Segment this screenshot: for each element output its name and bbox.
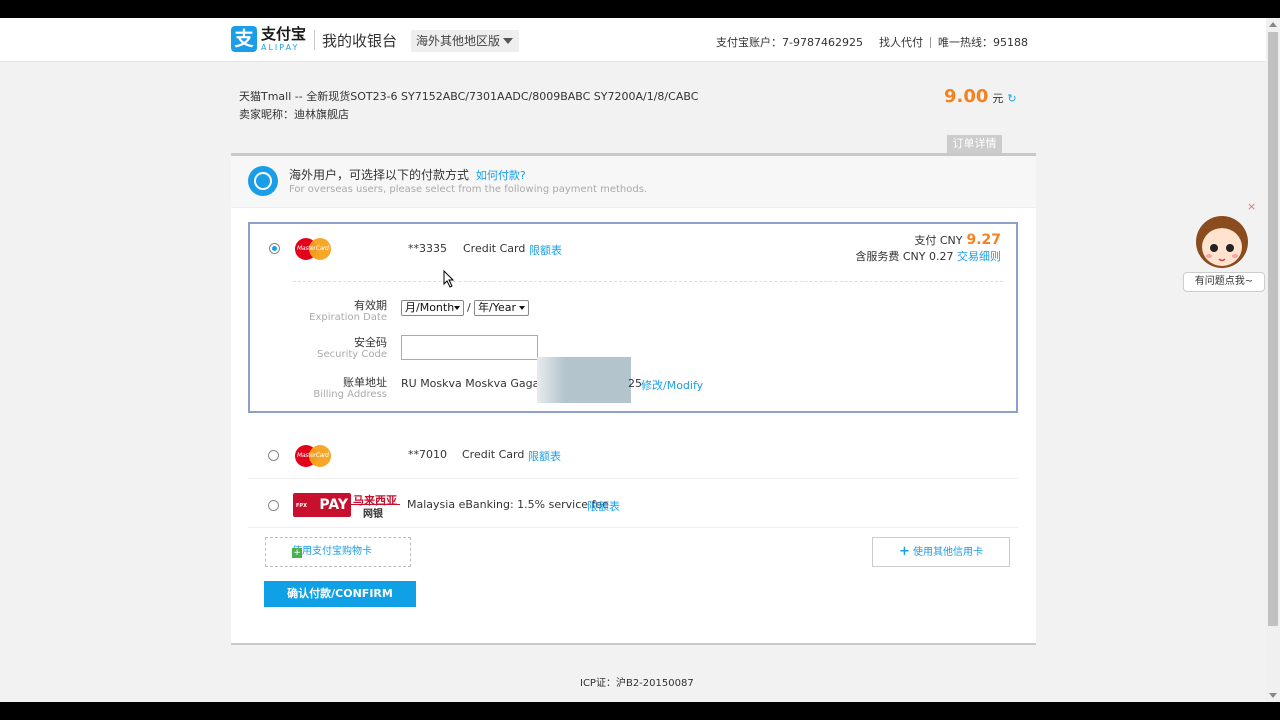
header-links: 支付宝账户：7-9787462925 找人代付 唯一热线：95188 <box>716 34 1028 50</box>
amount-value: 9.00 <box>944 86 989 107</box>
scrollbar-thumb[interactable] <box>1268 32 1278 626</box>
expiry-month-select[interactable]: 月/Month <box>401 300 464 316</box>
mouse-cursor-icon <box>443 270 455 288</box>
ebanking-description: Malaysia eBanking: 1.5% service fee <box>407 498 609 511</box>
fpx-pay-icon: FPX PAY 马来西亚 网银 <box>293 493 400 520</box>
header-divider <box>314 30 315 50</box>
selected-card-box: MasterCard **3335 Credit Card 限额表 支付 CNY… <box>248 222 1018 413</box>
browser-viewport: 支 支付宝 ALIPAY 我的收银台 海外其他地区版 支付宝账户：7-97874… <box>0 18 1280 702</box>
refresh-icon[interactable]: ↻ <box>1007 92 1016 105</box>
payment-panel: 海外用户，可选择以下的付款方式 如何付款? For overseas users… <box>231 153 1036 645</box>
help-bubble[interactable]: 有问题点我~ <box>1183 272 1265 292</box>
top-header: 支 支付宝 ALIPAY 我的收银台 海外其他地区版 支付宝账户：7-97874… <box>0 18 1266 62</box>
notice-cn: 海外用户，可选择以下的付款方式 如何付款? <box>289 166 526 183</box>
region-dropdown[interactable]: 海外其他地区版 <box>411 30 519 52</box>
seller-name: 卖家昵称：迪林旗舰店 <box>239 108 349 121</box>
limit-table-link[interactable]: 限额表 <box>587 498 620 514</box>
mastercard-icon: MasterCard <box>295 445 331 467</box>
pay-amount: 9.27 <box>966 232 1001 248</box>
header-link-divider <box>930 36 931 48</box>
vertical-scrollbar[interactable] <box>1266 18 1280 702</box>
how-to-pay-link[interactable]: 如何付款? <box>476 169 526 182</box>
icp-license: ICP证：沪B2-20150087 <box>580 678 694 689</box>
order-details-tab[interactable]: 订单详情 <box>947 135 1002 153</box>
expiry-year-select[interactable]: 年/Year <box>474 300 529 316</box>
pay-summary: 支付 CNY 9.27 含服务费 CNY 0.27 交易细则 <box>855 232 1001 265</box>
row-divider <box>248 478 1018 479</box>
caret-down-icon <box>503 38 513 44</box>
dashed-divider <box>293 281 1003 282</box>
transaction-rules-link[interactable]: 交易细则 <box>957 250 1001 263</box>
limit-table-link[interactable]: 限额表 <box>528 448 561 464</box>
find-payer-link[interactable]: 找人代付 <box>879 34 923 50</box>
expiry-label: 有效期 Expiration Date <box>309 299 387 324</box>
notice-en: For overseas users, please select from t… <box>289 184 648 195</box>
expiry-separator: / <box>467 301 471 314</box>
card-number: **7010 <box>408 448 447 461</box>
redacted-area <box>537 357 631 403</box>
card-type: Credit Card <box>462 448 525 461</box>
security-code-input[interactable] <box>401 335 538 360</box>
logo-text-en: ALIPAY <box>261 42 300 52</box>
card-7010-radio[interactable] <box>268 450 279 461</box>
chevron-down-icon <box>454 306 460 310</box>
row-divider <box>248 527 1018 528</box>
page-title: 我的收银台 <box>322 32 398 50</box>
help-assistant[interactable]: × 有问题点我~ <box>1183 200 1265 308</box>
confirm-payment-button[interactable]: 确认付款/CONFIRM <box>264 581 416 607</box>
malaysia-ebanking-radio[interactable] <box>268 500 279 511</box>
modify-address-link[interactable]: 修改/Modify <box>641 377 703 393</box>
scroll-up-icon[interactable] <box>1269 22 1277 27</box>
order-amount: 9.00 元 ↻ <box>944 86 1017 107</box>
scroll-down-icon[interactable] <box>1269 693 1277 698</box>
billing-address-label: 账单地址 Billing Address <box>313 376 387 401</box>
plus-icon: + <box>292 548 302 558</box>
card-number: **3335 <box>408 242 447 255</box>
order-description: 天猫Tmall -- 全新现货SOT23-6 SY7152ABC/7301AAD… <box>239 90 699 103</box>
billing-address-tail: 25 <box>628 377 642 390</box>
card-3335-radio[interactable] <box>269 243 280 254</box>
alipay-logo-icon: 支 <box>231 26 257 52</box>
amount-unit: 元 <box>992 92 1004 105</box>
account-info: 支付宝账户：7-9787462925 <box>716 36 863 49</box>
plus-icon: + <box>899 544 910 559</box>
fee-text: 含服务费 CNY 0.27 <box>855 250 954 263</box>
card-type: Credit Card <box>463 242 526 255</box>
globe-icon <box>248 166 278 196</box>
mastercard-icon: MasterCard <box>295 238 331 260</box>
security-code-label: 安全码 Security Code <box>317 336 387 361</box>
hotline-info: 唯一热线：95188 <box>938 36 1028 49</box>
chevron-down-icon <box>519 306 525 310</box>
logo-text-cn: 支付宝 <box>261 24 307 43</box>
assistant-avatar-icon <box>1196 216 1248 268</box>
alipay-logo[interactable]: 支 支付宝 ALIPAY <box>231 26 306 52</box>
use-other-card-button[interactable]: + 使用其他信用卡 <box>872 537 1010 567</box>
notice-cn-text: 海外用户，可选择以下的付款方式 <box>289 168 470 182</box>
limit-table-link[interactable]: 限额表 <box>529 242 562 258</box>
region-label: 海外其他地区版 <box>416 34 501 48</box>
use-gift-card-button[interactable]: + 使用支付宝购物卡 <box>265 537 411 567</box>
order-summary: 天猫Tmall -- 全新现货SOT23-6 SY7152ABC/7301AAD… <box>239 88 698 124</box>
overseas-notice: 海外用户，可选择以下的付款方式 如何付款? For overseas users… <box>231 156 1036 208</box>
pay-label: 支付 CNY <box>914 234 963 247</box>
